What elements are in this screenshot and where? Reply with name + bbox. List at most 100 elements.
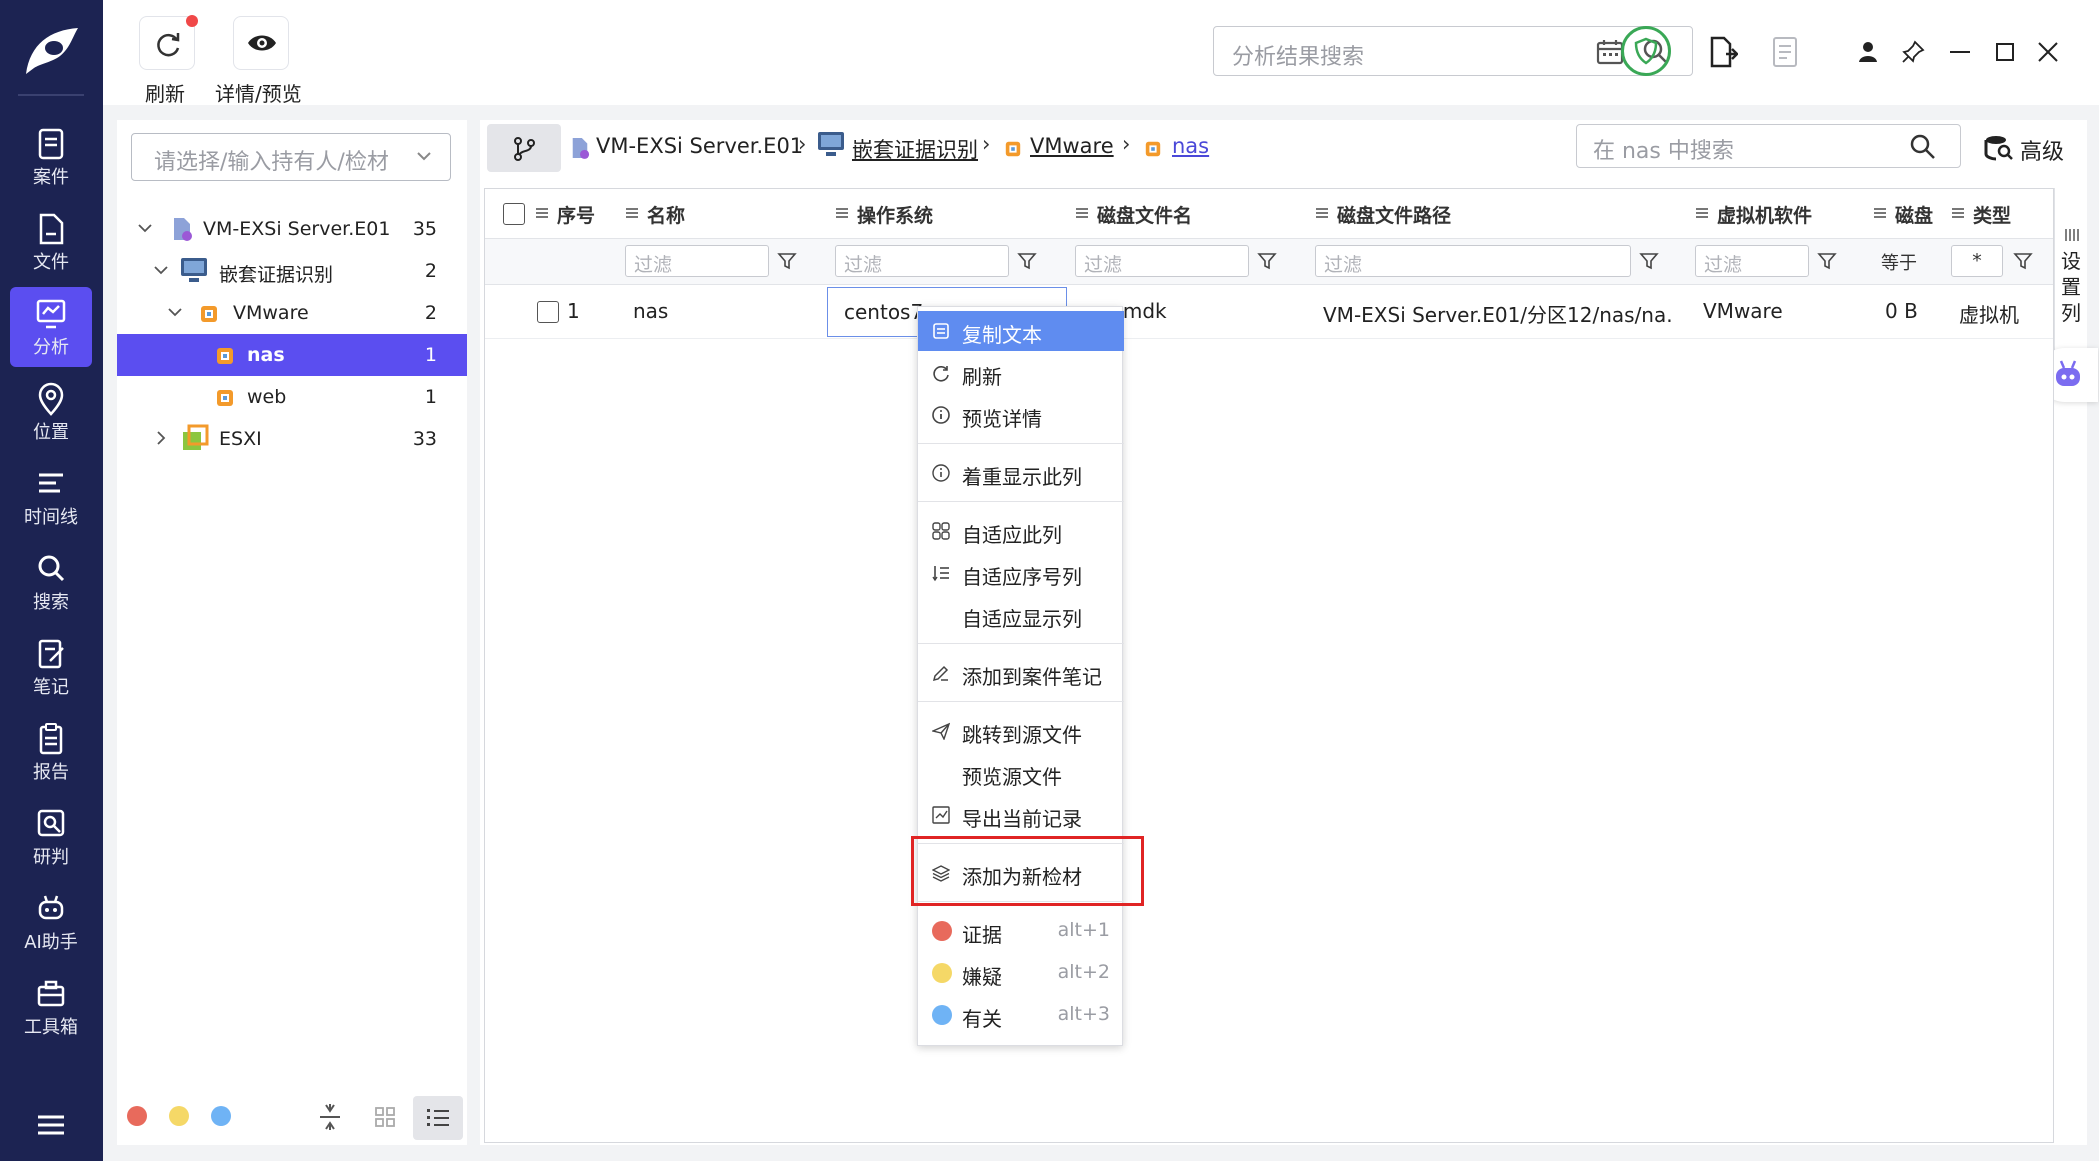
menu-item-label: 导出当前记录: [962, 807, 1082, 831]
column-header-index[interactable]: 序号: [557, 201, 595, 228]
menu-item-preview-source[interactable]: 预览源文件: [918, 753, 1124, 793]
branch-button[interactable]: [487, 124, 561, 172]
column-menu-icon[interactable]: [1075, 207, 1089, 219]
pin-icon[interactable]: [1901, 40, 1925, 64]
minimize-icon[interactable]: [1950, 51, 1970, 53]
advanced-search-button[interactable]: 高级: [1982, 126, 2082, 170]
column-header-disk-path[interactable]: 磁盘文件路径: [1337, 201, 1451, 228]
export-file-icon[interactable]: [1708, 36, 1738, 68]
filter-input-vm-software[interactable]: 过滤: [1695, 245, 1809, 277]
table-row[interactable]: 1 nas centos7 vmdk VM-EXSi Server.E01/分区…: [485, 285, 2053, 339]
chevron-right-icon[interactable]: [155, 430, 167, 446]
tree-node-nested-evidence[interactable]: 嵌套证据识别 2: [117, 250, 467, 292]
maximize-icon[interactable]: [1996, 43, 2014, 61]
menu-item-autofit-column[interactable]: 自适应此列: [918, 511, 1124, 551]
grid-view-icon[interactable]: [374, 1106, 396, 1128]
chevron-down-icon[interactable]: [137, 222, 153, 234]
nav-report[interactable]: 报告: [10, 712, 92, 792]
close-icon[interactable]: [2037, 41, 2059, 63]
list-view-button[interactable]: [413, 1096, 463, 1140]
tree-node-nas[interactable]: nas 1: [117, 334, 467, 376]
menu-item-export-record[interactable]: 导出当前记录: [918, 795, 1124, 835]
holder-select[interactable]: 请选择/输入持有人/检材: [131, 133, 451, 181]
breadcrumb-item[interactable]: VM-EXSi Server.E01: [596, 134, 803, 158]
collapse-icon[interactable]: [318, 1102, 342, 1132]
menu-item-mark-related[interactable]: 有关 alt+3: [918, 995, 1124, 1035]
column-header-type[interactable]: 类型: [1973, 201, 2011, 228]
settings-columns-tab[interactable]: 设置列: [2054, 188, 2087, 358]
filter-input-os[interactable]: 过滤: [835, 245, 1009, 277]
menu-item-refresh[interactable]: 刷新: [918, 353, 1124, 393]
menu-item-preview-details[interactable]: 预览详情: [918, 395, 1124, 435]
filter-input-disk-file[interactable]: 过滤: [1075, 245, 1249, 277]
row-checkbox[interactable]: [537, 301, 559, 323]
nav-search[interactable]: 搜索: [10, 542, 92, 622]
column-header-vm-software[interactable]: 虚拟机软件: [1717, 201, 1812, 228]
filter-input-type[interactable]: *: [1951, 245, 2003, 277]
nav-timeline[interactable]: 时间线: [10, 457, 92, 537]
nav-analysis[interactable]: 分析: [10, 287, 92, 367]
breadcrumb-item[interactable]: 嵌套证据识别: [852, 134, 978, 164]
menu-item-add-case-note[interactable]: 添加到案件笔记: [918, 653, 1124, 693]
column-header-disk[interactable]: 磁盘: [1895, 201, 1933, 228]
column-menu-icon[interactable]: [535, 207, 549, 219]
column-header-disk-file[interactable]: 磁盘文件名: [1097, 201, 1192, 228]
tree-node-web[interactable]: web 1: [117, 376, 467, 418]
column-menu-icon[interactable]: [835, 207, 849, 219]
menu-item-emphasize-column[interactable]: 着重显示此列: [918, 453, 1124, 493]
column-menu-icon[interactable]: [625, 207, 639, 219]
nav-case[interactable]: 案件: [10, 117, 92, 197]
filter-icon[interactable]: [2013, 251, 2033, 271]
filter-icon[interactable]: [777, 251, 797, 271]
filter-icon[interactable]: [1817, 251, 1837, 271]
filter-icon[interactable]: [1017, 251, 1037, 271]
filter-input-name[interactable]: 过滤: [625, 245, 769, 277]
column-menu-icon[interactable]: [1951, 207, 1965, 219]
chevron-down-icon[interactable]: [167, 306, 183, 318]
search-icon[interactable]: [1909, 133, 1937, 161]
document-list-icon[interactable]: [1771, 36, 1799, 68]
evidence-color-dot[interactable]: [127, 1106, 147, 1126]
menu-item-autofit-index[interactable]: 自适应序号列: [918, 553, 1124, 593]
related-color-dot[interactable]: [211, 1106, 231, 1126]
calendar-icon[interactable]: [1596, 39, 1624, 65]
menu-item-mark-evidence[interactable]: 证据 alt+1: [918, 911, 1124, 951]
nav-ai-assistant[interactable]: AI助手: [10, 882, 92, 962]
chevron-down-icon[interactable]: [153, 264, 169, 276]
column-menu-icon[interactable]: [1315, 207, 1329, 219]
monitor-icon: [179, 256, 209, 284]
nav-file[interactable]: 文件: [10, 202, 92, 282]
menu-icon[interactable]: [36, 1114, 66, 1136]
column-header-os[interactable]: 操作系统: [857, 201, 933, 228]
menu-item-jump-source[interactable]: 跳转到源文件: [918, 711, 1124, 751]
menu-item-autofit-visible[interactable]: 自适应显示列: [918, 595, 1124, 635]
preview-button[interactable]: [233, 16, 289, 70]
filter-equal-label[interactable]: 等于: [1881, 249, 1917, 275]
robot-icon: [2052, 358, 2084, 390]
nav-toolbox[interactable]: 工具箱: [10, 967, 92, 1047]
select-all-checkbox[interactable]: [503, 203, 525, 225]
column-menu-icon[interactable]: [1695, 207, 1709, 219]
eye-icon: [246, 31, 278, 55]
suspect-color-dot[interactable]: [169, 1106, 189, 1126]
nav-location[interactable]: 位置: [10, 372, 92, 452]
filter-icon[interactable]: [1639, 251, 1659, 271]
filter-input-disk-path[interactable]: 过滤: [1315, 245, 1631, 277]
filter-icon[interactable]: [1257, 251, 1277, 271]
user-icon[interactable]: [1857, 40, 1879, 64]
column-menu-icon[interactable]: [1873, 207, 1887, 219]
menu-item-copy-text[interactable]: 复制文本: [918, 311, 1124, 351]
status-shield-icon[interactable]: [1621, 26, 1671, 76]
nav-judge[interactable]: 研判: [10, 797, 92, 877]
local-search-input[interactable]: 在 nas 中搜索: [1576, 124, 1961, 168]
tree-node-esxi[interactable]: ESXI 33: [117, 418, 467, 460]
column-header-name[interactable]: 名称: [647, 201, 685, 228]
breadcrumb-item[interactable]: VMware: [1030, 134, 1114, 158]
breadcrumb-current[interactable]: nas: [1172, 134, 1209, 158]
nav-label: 搜索: [33, 592, 69, 613]
tree-node-vmware[interactable]: VMware 2: [117, 292, 467, 334]
nav-notes[interactable]: 笔记: [10, 627, 92, 707]
menu-item-mark-suspect[interactable]: 嫌疑 alt+2: [918, 953, 1124, 993]
tree-node-vm-exsi[interactable]: VM-EXSi Server.E01 35: [117, 208, 467, 250]
refresh-button[interactable]: [139, 15, 198, 70]
